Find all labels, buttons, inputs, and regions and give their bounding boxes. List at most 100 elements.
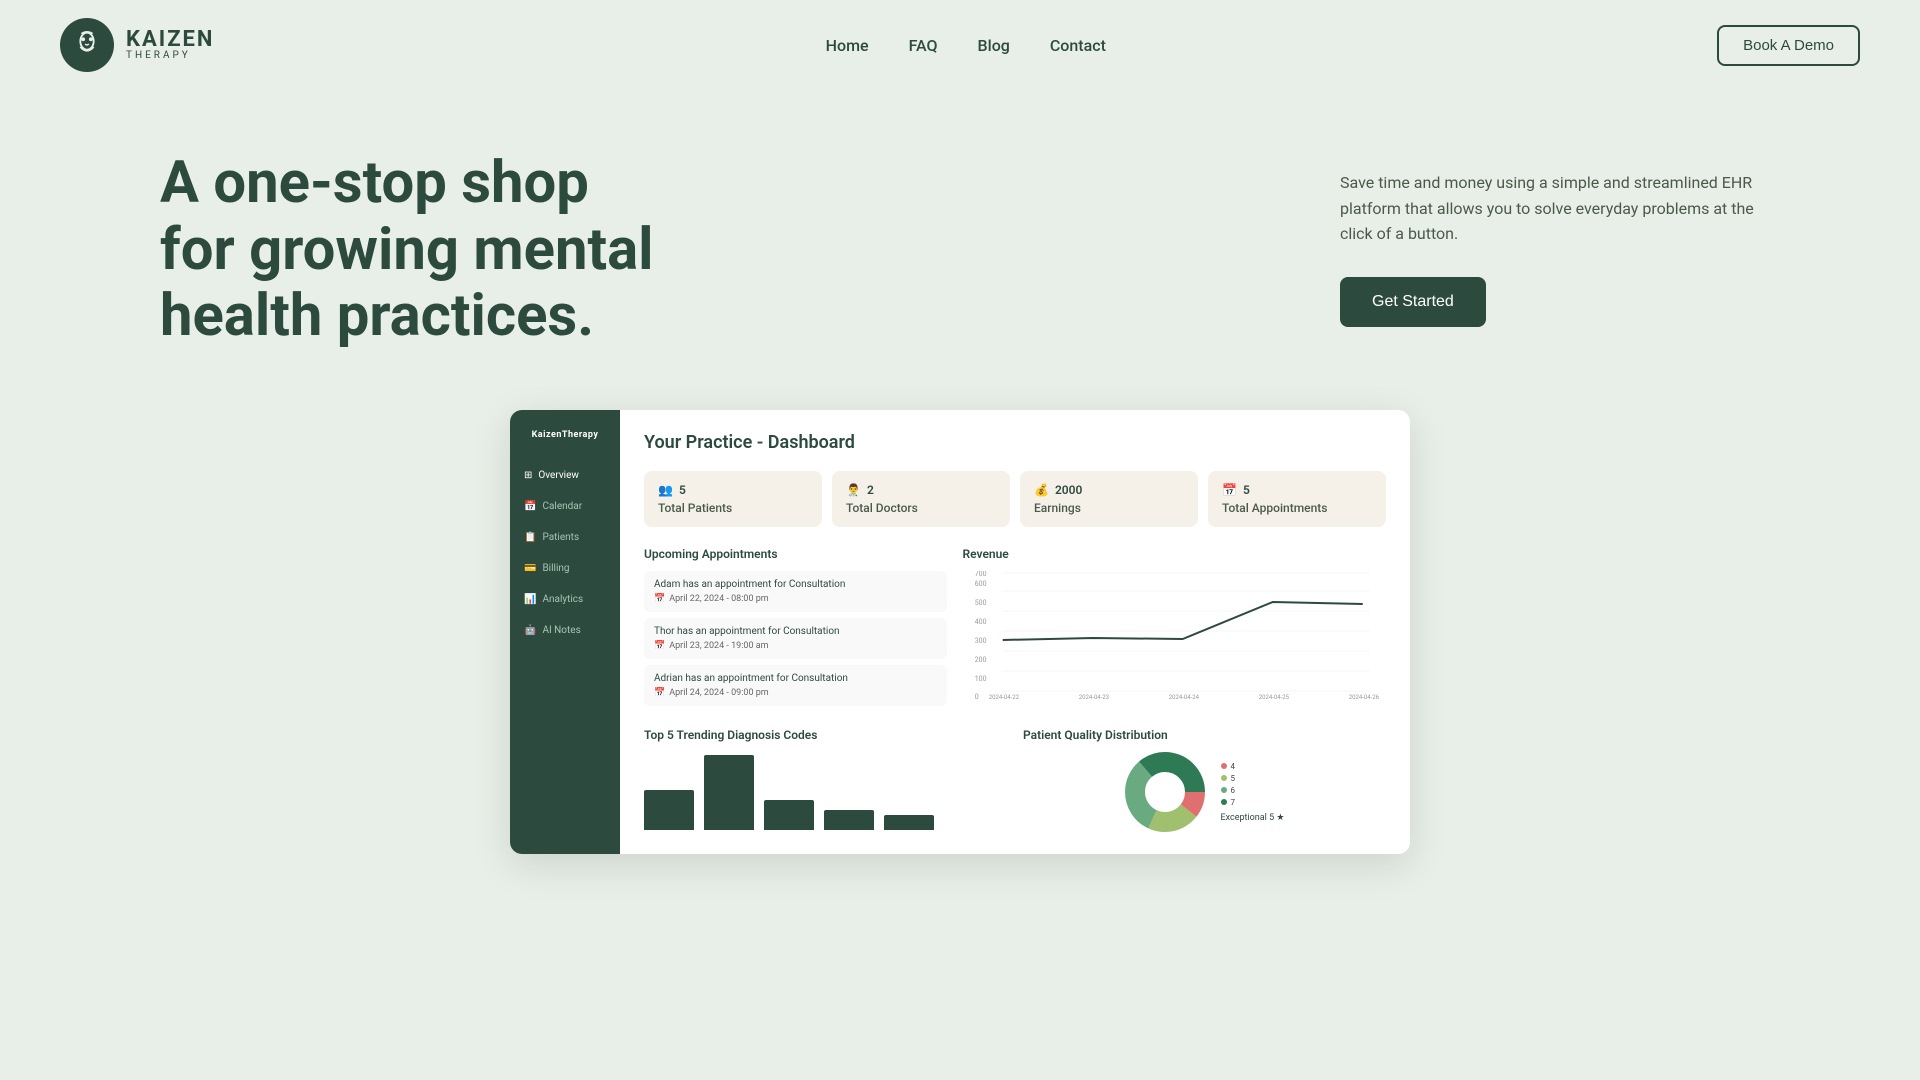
pie-legend-item-5: 5 — [1221, 774, 1285, 783]
bar-3 — [824, 810, 874, 830]
appt-date-0: April 22, 2024 - 08:00 pm — [669, 594, 768, 604]
svg-text:100: 100 — [974, 675, 986, 683]
appt-name-0: Adam has an appointment for Consultation — [654, 579, 937, 590]
get-started-button[interactable]: Get Started — [1340, 277, 1486, 327]
dashboard-section: KaizenTherapy ⊞ Overview 📅 Calendar 📋 Pa… — [0, 390, 1920, 894]
sidebar-label-analytics: Analytics — [542, 594, 583, 605]
sidebar-label-calendar: Calendar — [542, 501, 582, 512]
logo-sub: THERAPY — [126, 51, 214, 61]
appt-name-2: Adrian has an appointment for Consultati… — [654, 673, 937, 684]
upcoming-title: Upcoming Appointments — [644, 547, 947, 561]
patients-icon: 📋 — [524, 532, 536, 543]
dashboard-main: Your Practice - Dashboard 👥 5 Total Pati… — [620, 410, 1410, 854]
svg-text:2024-04-23: 2024-04-23 — [1078, 694, 1108, 701]
svg-text:500: 500 — [974, 599, 986, 607]
sidebar-item-ainotes[interactable]: 🤖 AI Notes — [510, 615, 620, 646]
pie-legend-item-6: 6 — [1221, 786, 1285, 795]
appointments-count: 5 — [1243, 483, 1250, 497]
bar-col-4 — [884, 815, 934, 832]
sidebar-item-overview[interactable]: ⊞ Overview — [510, 460, 620, 491]
patients-count: 5 — [679, 483, 686, 497]
bar-col-1 — [704, 755, 754, 832]
svg-text:0: 0 — [974, 693, 978, 701]
revenue-section: Revenue 0 100 200 300 400 500 600 700 — [963, 547, 1387, 712]
sidebar-item-patients[interactable]: 📋 Patients — [510, 522, 620, 553]
earnings-count: 2000 — [1055, 483, 1082, 497]
hero-section: A one-stop shop for growing mental healt… — [0, 90, 1920, 390]
logo-text: KAIZEN THERAPY — [126, 29, 214, 61]
appt-name-1: Thor has an appointment for Consultation — [654, 626, 937, 637]
pie-dot-5 — [1221, 775, 1227, 781]
earnings-label: Earnings — [1034, 501, 1184, 515]
upcoming-appointments-section: Upcoming Appointments Adam has an appoin… — [644, 547, 947, 712]
stat-cards: 👥 5 Total Patients 👨‍⚕️ 2 Total Doctors … — [644, 471, 1386, 527]
svg-text:2024-04-26: 2024-04-26 — [1348, 694, 1379, 701]
stat-card-doctors: 👨‍⚕️ 2 Total Doctors — [832, 471, 1010, 527]
navbar: KAIZEN THERAPY Home FAQ Blog Contact Boo… — [0, 0, 1920, 90]
patients-label: Total Patients — [658, 501, 808, 515]
stat-card-patients: 👥 5 Total Patients — [644, 471, 822, 527]
bar-0 — [644, 790, 694, 830]
doctors-label: Total Doctors — [846, 501, 996, 515]
pie-dot-6 — [1221, 787, 1227, 793]
pie-label-5: 5 — [1231, 774, 1236, 783]
diagnosis-section: Top 5 Trending Diagnosis Codes — [644, 728, 1007, 832]
analytics-icon: 📊 — [524, 594, 536, 605]
appointment-item: Adam has an appointment for Consultation… — [644, 571, 947, 612]
patients-stat-icon: 👥 — [658, 483, 673, 497]
bar-chart — [644, 752, 1007, 832]
doctors-count: 2 — [867, 483, 874, 497]
stat-card-appointments: 📅 5 Total Appointments — [1208, 471, 1386, 527]
appointment-item: Adrian has an appointment for Consultati… — [644, 665, 947, 706]
appointment-item: Thor has an appointment for Consultation… — [644, 618, 947, 659]
dash-lower-row: Top 5 Trending Diagnosis Codes — [644, 728, 1386, 832]
pie-label-4: 4 — [1231, 762, 1236, 771]
pie-wrapper: 4 5 6 7 — [1023, 752, 1386, 832]
diagnosis-title: Top 5 Trending Diagnosis Codes — [644, 728, 1007, 742]
svg-text:700: 700 — [974, 571, 986, 578]
nav-contact[interactable]: Contact — [1050, 36, 1106, 55]
svg-text:2024-04-25: 2024-04-25 — [1258, 694, 1289, 701]
overview-icon: ⊞ — [524, 470, 532, 481]
book-demo-button[interactable]: Book A Demo — [1717, 25, 1860, 66]
billing-icon: 💳 — [524, 563, 536, 574]
svg-text:300: 300 — [974, 637, 986, 645]
dashboard-wrapper: KaizenTherapy ⊞ Overview 📅 Calendar 📋 Pa… — [510, 410, 1410, 854]
appt-calendar-icon-2: 📅 — [654, 688, 665, 698]
quality-title: Patient Quality Distribution — [1023, 728, 1386, 742]
pie-dot-4 — [1221, 763, 1227, 769]
svg-text:400: 400 — [974, 618, 986, 626]
sidebar-item-analytics[interactable]: 📊 Analytics — [510, 584, 620, 615]
pie-legend-item-4: 4 — [1221, 762, 1285, 771]
bar-col-0 — [644, 790, 694, 832]
nav-faq[interactable]: FAQ — [909, 36, 938, 55]
quality-section: Patient Quality Distribution — [1023, 728, 1386, 832]
doctors-stat-icon: 👨‍⚕️ — [846, 483, 861, 497]
nav-home[interactable]: Home — [826, 36, 869, 55]
appt-calendar-icon-1: 📅 — [654, 641, 665, 651]
svg-text:200: 200 — [974, 656, 986, 664]
ainotes-icon: 🤖 — [524, 625, 536, 636]
quality-label: Exceptional 5 ★ — [1221, 813, 1285, 823]
bar-1 — [704, 755, 754, 830]
sidebar-brand: KaizenTherapy — [510, 430, 620, 460]
pie-label-6: 6 — [1231, 786, 1236, 795]
sidebar-item-calendar[interactable]: 📅 Calendar — [510, 491, 620, 522]
hero-right: Save time and money using a simple and s… — [1340, 150, 1760, 327]
logo-icon — [60, 18, 114, 72]
appt-calendar-icon-0: 📅 — [654, 594, 665, 604]
svg-text:600: 600 — [974, 580, 986, 588]
bar-col-2 — [764, 800, 814, 832]
logo-main: KAIZEN — [126, 29, 214, 51]
sidebar-label-ainotes: AI Notes — [542, 625, 580, 636]
pie-legend: 4 5 6 7 — [1221, 762, 1285, 823]
revenue-chart: 0 100 200 300 400 500 600 700 — [963, 571, 1387, 701]
calendar-icon: 📅 — [524, 501, 536, 512]
sidebar: KaizenTherapy ⊞ Overview 📅 Calendar 📋 Pa… — [510, 410, 620, 854]
revenue-title: Revenue — [963, 547, 1387, 561]
hero-title: A one-stop shop for growing mental healt… — [160, 150, 660, 350]
nav-blog[interactable]: Blog — [978, 36, 1010, 55]
sidebar-item-billing[interactable]: 💳 Billing — [510, 553, 620, 584]
hero-left: A one-stop shop for growing mental healt… — [160, 150, 660, 350]
bar-4 — [884, 815, 934, 830]
